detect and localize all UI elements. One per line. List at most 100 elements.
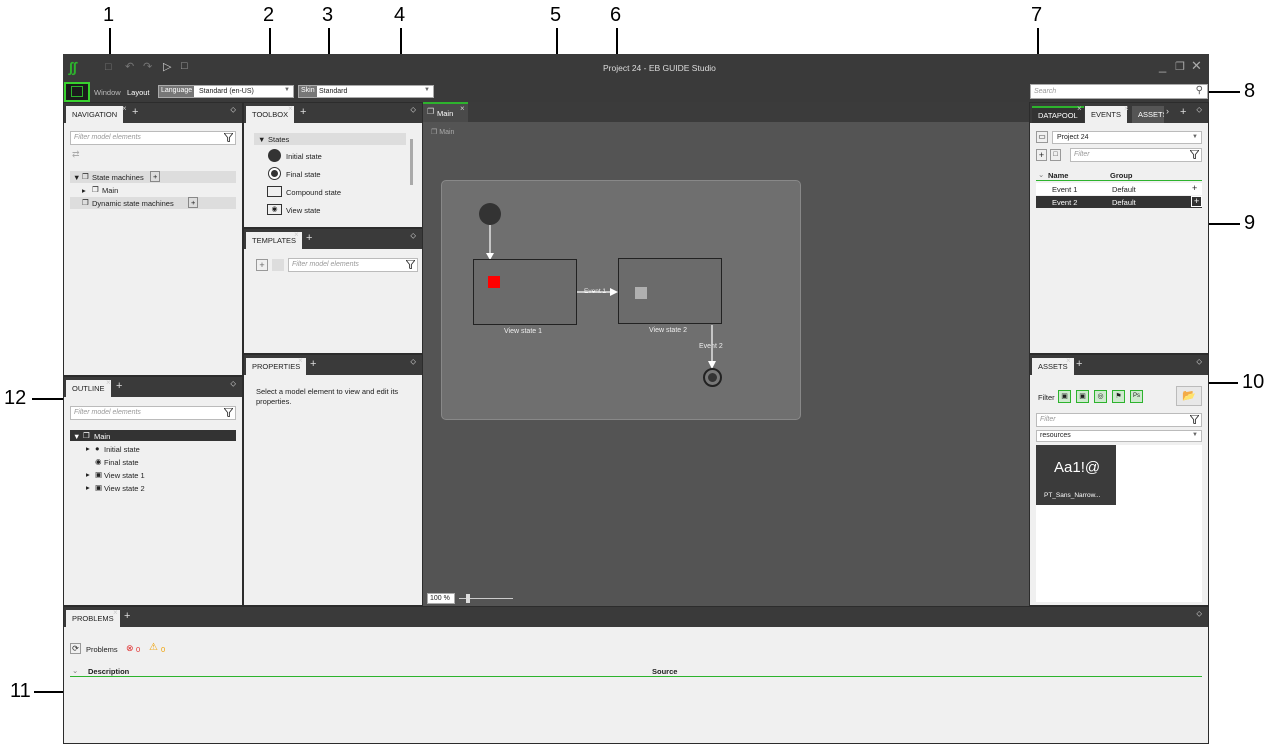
table-row[interactable]: Event 2 Default + (1036, 196, 1203, 208)
filter-icon[interactable] (1190, 415, 1199, 424)
view-state-2-node[interactable] (618, 258, 722, 324)
templates-filter-input[interactable]: Filter model elements (288, 258, 418, 272)
pin-icon[interactable]: ⬦ (410, 357, 416, 367)
collapsed-arrow-icon[interactable]: ▸ (86, 483, 90, 492)
restore-icon[interactable]: ❐ (1175, 60, 1185, 73)
warning-icon[interactable]: ⚠ (149, 642, 158, 653)
add-tab-button[interactable]: + (310, 358, 316, 370)
pin-icon[interactable]: ⬦ (1196, 105, 1202, 115)
close-icon[interactable]: × (1124, 104, 1129, 113)
toolbox-item-compound-state[interactable]: Compound state (258, 185, 398, 199)
collapsed-arrow-icon[interactable]: ▸ (86, 470, 90, 479)
view-state-1-node[interactable] (473, 259, 577, 325)
minimize-icon[interactable]: _ (1159, 58, 1166, 73)
close-icon[interactable]: × (294, 230, 299, 239)
close-icon[interactable]: × (1077, 104, 1082, 113)
add-tab-button[interactable]: + (300, 106, 306, 118)
pin-icon[interactable]: ⬦ (1196, 357, 1202, 367)
add-state-machine-button[interactable]: + (150, 171, 161, 182)
language-select[interactable]: Language Standard (en-US) ▼ (158, 85, 294, 98)
tree-item-main[interactable]: ▸ ❐ Main (70, 184, 236, 196)
add-row-button[interactable]: + (1191, 196, 1203, 207)
close-icon[interactable]: × (113, 608, 118, 617)
expand-icon[interactable]: ▼ (258, 135, 265, 144)
collapsed-arrow-icon[interactable]: ▸ (86, 444, 90, 453)
sync-icon[interactable]: ⇄ (72, 149, 80, 160)
pin-icon[interactable]: ⬦ (230, 379, 236, 389)
toolbox-group-states[interactable]: ▼ States (254, 133, 406, 145)
filter-icon[interactable] (1190, 150, 1199, 159)
assets-filter-input[interactable]: Filter (1036, 413, 1202, 427)
add-dynamic-state-machine-button[interactable]: + (188, 197, 199, 208)
toolbox-item-view-state[interactable]: ◉ View state (258, 203, 398, 217)
tab-events[interactable]: EVENTS (1085, 106, 1128, 123)
resources-select[interactable]: resources ▼ (1036, 430, 1202, 442)
close-icon[interactable]: × (122, 104, 127, 113)
sort-icon[interactable]: ⌄ (1038, 170, 1044, 179)
save-icon[interactable]: □ (105, 61, 112, 73)
close-icon[interactable]: × (288, 104, 293, 113)
image-filter-icon[interactable]: ▣ (1058, 390, 1071, 403)
add-tab-button[interactable]: + (306, 232, 312, 244)
add-event-button[interactable]: + (1036, 149, 1047, 161)
open-folder-icon[interactable]: 📂 (1176, 386, 1202, 406)
window-menu[interactable]: Window (94, 88, 121, 97)
tree-item-state-machines[interactable]: ▼ ❐ State machines + (70, 171, 236, 183)
add-tab-button[interactable]: + (116, 380, 122, 392)
outline-item-main[interactable]: ▼ ❐ Main (70, 430, 236, 441)
collapsed-arrow-icon[interactable]: ▸ (82, 186, 86, 195)
tab-main[interactable]: ❐ Main × (423, 102, 468, 122)
filter-icon[interactable] (406, 260, 415, 269)
filter-icon[interactable] (224, 133, 233, 142)
tab-assets-overflow[interactable]: ASSETS (1132, 106, 1164, 123)
font-filter-icon[interactable]: ▣ (1076, 390, 1089, 403)
transition-label-event-2[interactable]: Event 2 (699, 343, 723, 350)
pin-icon[interactable]: ⬦ (410, 105, 416, 115)
zoom-slider-thumb[interactable] (466, 594, 470, 603)
template-action-button[interactable] (272, 259, 284, 271)
column-header-group[interactable]: Group (1110, 171, 1133, 180)
psd-filter-icon[interactable]: Ps (1130, 390, 1143, 403)
pin-icon[interactable]: ⬦ (230, 105, 236, 115)
tab-datapool[interactable]: DATAPOOL (1032, 106, 1084, 123)
add-tab-button[interactable]: + (1180, 106, 1186, 118)
toolbox-scrollbar[interactable] (410, 139, 413, 185)
add-template-button[interactable]: + (256, 259, 268, 271)
undo-icon[interactable]: ↶ (125, 60, 134, 73)
outline-item-final-state[interactable]: ◉ Final state (70, 456, 236, 467)
redo-icon[interactable]: ↷ (143, 60, 152, 73)
refresh-icon[interactable]: ⟳ (70, 643, 81, 654)
outline-item-view-state-2[interactable]: ▸ ▣ View state 2 (70, 482, 236, 493)
tab-navigation[interactable]: NAVIGATION (66, 106, 124, 123)
final-state-node[interactable] (703, 368, 722, 387)
add-row-button[interactable]: + (1192, 183, 1197, 193)
pin-icon[interactable]: ⬦ (410, 231, 416, 241)
add-tab-button[interactable]: + (124, 610, 130, 622)
add-tab-button[interactable]: + (132, 106, 138, 118)
chevron-right-icon[interactable]: › (1166, 106, 1169, 116)
project-select[interactable]: Project 24 ▼ (1052, 131, 1202, 144)
outline-filter-input[interactable]: Filter model elements (70, 406, 236, 420)
transition-label-event-1[interactable]: Event 1 (584, 288, 606, 295)
datapool-filter-input[interactable]: Filter (1070, 148, 1202, 162)
outline-item-view-state-1[interactable]: ▸ ▣ View state 1 (70, 469, 236, 480)
start-simulation-icon[interactable]: ▷ (163, 60, 171, 73)
search-input[interactable]: Search ⚲ (1030, 84, 1208, 99)
tab-toolbox[interactable]: TOOLBOX (246, 106, 295, 123)
eb-logo-icon[interactable]: ∫∫ (69, 59, 77, 75)
folder-icon[interactable]: ▭ (1036, 131, 1048, 143)
tab-problems[interactable]: PROBLEMS (66, 610, 120, 627)
close-window-icon[interactable]: ✕ (1191, 58, 1202, 74)
skin-select[interactable]: Skin Standard ▼ (298, 85, 434, 98)
state-machine-editor[interactable]: ❐ Main View state 1 View state 2 Event 1 (423, 122, 1029, 606)
column-header-source[interactable]: Source (652, 667, 677, 676)
toolbox-item-initial-state[interactable]: Initial state (258, 149, 398, 163)
add-tab-button[interactable]: + (1076, 358, 1082, 370)
tab-outline[interactable]: OUTLINE (66, 380, 111, 397)
toolbox-item-final-state[interactable]: Final state (258, 167, 398, 181)
close-icon[interactable]: × (460, 104, 465, 113)
font-asset-tile[interactable]: Aa1!@ PT_Sans_Narrow... (1036, 445, 1116, 505)
close-icon[interactable]: × (1066, 356, 1071, 365)
close-icon[interactable]: × (298, 356, 303, 365)
red-rectangle-widget[interactable] (488, 276, 500, 288)
